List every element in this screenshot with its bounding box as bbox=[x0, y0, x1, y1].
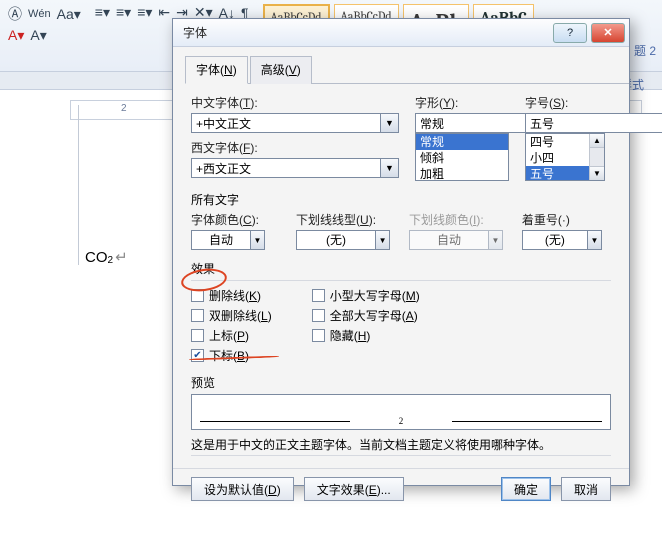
ruler-mark: 2 bbox=[121, 103, 127, 114]
divider bbox=[191, 455, 611, 456]
sample-subscript: 2 bbox=[108, 255, 114, 266]
underline-style-value: (无) bbox=[296, 230, 376, 250]
font-dialog: 字体 ? ✕ 字体(N) 高级(V) 中文字体(T): ▼ 西文字体(F): ▼ bbox=[172, 18, 630, 486]
chevron-down-icon[interactable]: ▼ bbox=[376, 230, 390, 250]
emphasis-value: (无) bbox=[522, 230, 588, 250]
style-label: 字形(Y): bbox=[415, 94, 509, 111]
style-caption: 题 2 bbox=[634, 42, 656, 59]
margin-line bbox=[78, 105, 79, 265]
preview-line bbox=[452, 421, 602, 422]
cn-font-label: 中文字体(T): bbox=[191, 94, 399, 111]
tab-font[interactable]: 字体(N) bbox=[185, 56, 248, 84]
divider bbox=[191, 280, 611, 281]
en-font-label: 西文字体(F): bbox=[191, 139, 399, 156]
emphasis-combo[interactable]: (无) ▼ bbox=[522, 230, 611, 250]
char-border-icon[interactable]: Ⓐ bbox=[8, 4, 22, 24]
chevron-down-icon: ▼ bbox=[489, 230, 503, 250]
scroll-down-icon[interactable]: ▼ bbox=[590, 166, 604, 180]
multilevel-list-icon[interactable]: ≡▾ bbox=[137, 4, 152, 21]
char-shading-icon[interactable]: Wén bbox=[28, 8, 51, 20]
underline-color-value: 自动 bbox=[409, 230, 489, 250]
checkbox-box[interactable] bbox=[191, 329, 204, 342]
font-color-icon[interactable]: A▾ bbox=[8, 27, 24, 44]
checkbox-box[interactable] bbox=[312, 309, 325, 322]
size-label: 字号(S): bbox=[525, 94, 605, 111]
en-font-input[interactable] bbox=[191, 158, 381, 178]
style-combo[interactable] bbox=[415, 113, 509, 133]
checkbox-label: 全部大写字母(A) bbox=[330, 307, 418, 324]
checkbox-A[interactable]: 全部大写字母(A) bbox=[312, 307, 420, 324]
checkbox-P[interactable]: 上标(P) bbox=[191, 327, 272, 344]
set-default-button[interactable]: 设为默认值(D) bbox=[191, 477, 294, 501]
font-color-value: 自动 bbox=[191, 230, 251, 250]
bullet-list-icon[interactable]: ≡▾ bbox=[95, 4, 110, 21]
hint-text: 这是用于中文的正文主题字体。当前文档主题定义将使用哪种字体。 bbox=[191, 436, 611, 453]
scroll-up-icon[interactable]: ▲ bbox=[590, 134, 604, 148]
size-input[interactable] bbox=[525, 113, 662, 133]
preview-label: 预览 bbox=[191, 374, 611, 391]
size-combo[interactable] bbox=[525, 113, 605, 133]
underline-color-label: 下划线颜色(I): bbox=[409, 211, 512, 228]
chevron-down-icon[interactable]: ▼ bbox=[588, 230, 602, 250]
scrollbar[interactable]: ▲ ▼ bbox=[589, 134, 604, 180]
sample-text: CO bbox=[85, 249, 108, 266]
text-effects-button[interactable]: 文字效果(E)... bbox=[304, 477, 404, 501]
paragraph-mark-icon: ↵ bbox=[115, 248, 128, 266]
change-case-icon[interactable]: Aa▾ bbox=[57, 6, 81, 23]
checkbox-label: 小型大写字母(M) bbox=[330, 287, 420, 304]
effects-label: 效果 bbox=[191, 260, 611, 277]
checkbox-label: 删除线(K) bbox=[209, 287, 261, 304]
decrease-indent-icon[interactable]: ⇤ bbox=[158, 4, 170, 21]
font-color-label: 字体颜色(C): bbox=[191, 211, 286, 228]
checks-right: 小型大写字母(M) 全部大写字母(A) 隐藏(H) bbox=[312, 287, 420, 364]
style-listbox[interactable]: 常规 倾斜 加粗 bbox=[415, 133, 509, 181]
number-list-icon[interactable]: ≡▾ bbox=[116, 4, 131, 21]
checkbox-box[interactable] bbox=[312, 329, 325, 342]
help-button[interactable]: ? bbox=[553, 23, 587, 43]
list-item[interactable]: 加粗 bbox=[416, 166, 508, 181]
list-item[interactable]: 倾斜 bbox=[416, 150, 508, 166]
checkbox-box[interactable]: ✔ bbox=[191, 349, 204, 362]
checkbox-label: 隐藏(H) bbox=[330, 327, 371, 344]
emphasis-label: 着重号(·) bbox=[522, 211, 611, 228]
checkbox-box[interactable] bbox=[312, 289, 325, 302]
cn-font-input[interactable] bbox=[191, 113, 381, 133]
font-color-combo[interactable]: 自动 ▼ bbox=[191, 230, 286, 250]
underline-style-combo[interactable]: (无) ▼ bbox=[296, 230, 399, 250]
size-listbox[interactable]: 四号 小四 五号 ▲ ▼ bbox=[525, 133, 605, 181]
title-bar[interactable]: 字体 ? ✕ bbox=[173, 19, 629, 47]
checkbox-label: 双删除线(L) bbox=[209, 307, 272, 324]
text-highlight-icon[interactable]: A▾ bbox=[30, 27, 46, 44]
tab-advanced[interactable]: 高级(V) bbox=[250, 56, 312, 84]
checkbox-label: 上标(P) bbox=[209, 327, 249, 344]
checkbox-H[interactable]: 隐藏(H) bbox=[312, 327, 420, 344]
chevron-down-icon[interactable]: ▼ bbox=[251, 230, 265, 250]
underline-color-combo: 自动 ▼ bbox=[409, 230, 512, 250]
checkbox-M[interactable]: 小型大写字母(M) bbox=[312, 287, 420, 304]
chevron-down-icon[interactable]: ▼ bbox=[381, 113, 399, 133]
document-text: CO2↵ bbox=[85, 248, 128, 266]
preview-text: 2 bbox=[399, 416, 404, 426]
cancel-button[interactable]: 取消 bbox=[561, 477, 611, 501]
preview-line bbox=[200, 421, 350, 422]
checkbox-box[interactable] bbox=[191, 309, 204, 322]
dialog-title: 字体 bbox=[173, 24, 207, 41]
cn-font-combo[interactable]: ▼ bbox=[191, 113, 399, 133]
all-text-label: 所有文字 bbox=[191, 191, 611, 208]
chevron-down-icon[interactable]: ▼ bbox=[381, 158, 399, 178]
checkbox-label: 下标(B) bbox=[209, 347, 249, 364]
checkbox-L[interactable]: 双删除线(L) bbox=[191, 307, 272, 324]
preview-box: 2 bbox=[191, 394, 611, 430]
checks-left: 删除线(K) 双删除线(L) 上标(P) ✔ 下标(B) bbox=[191, 287, 272, 364]
tabstrip: 字体(N) 高级(V) bbox=[185, 55, 629, 84]
button-bar: 设为默认值(D) 文字效果(E)... 确定 取消 bbox=[173, 468, 629, 513]
ok-button[interactable]: 确定 bbox=[501, 477, 551, 501]
list-item[interactable]: 常规 bbox=[416, 134, 508, 150]
close-button[interactable]: ✕ bbox=[591, 23, 625, 43]
underline-style-label: 下划线线型(U): bbox=[296, 211, 399, 228]
en-font-combo[interactable]: ▼ bbox=[191, 158, 399, 178]
